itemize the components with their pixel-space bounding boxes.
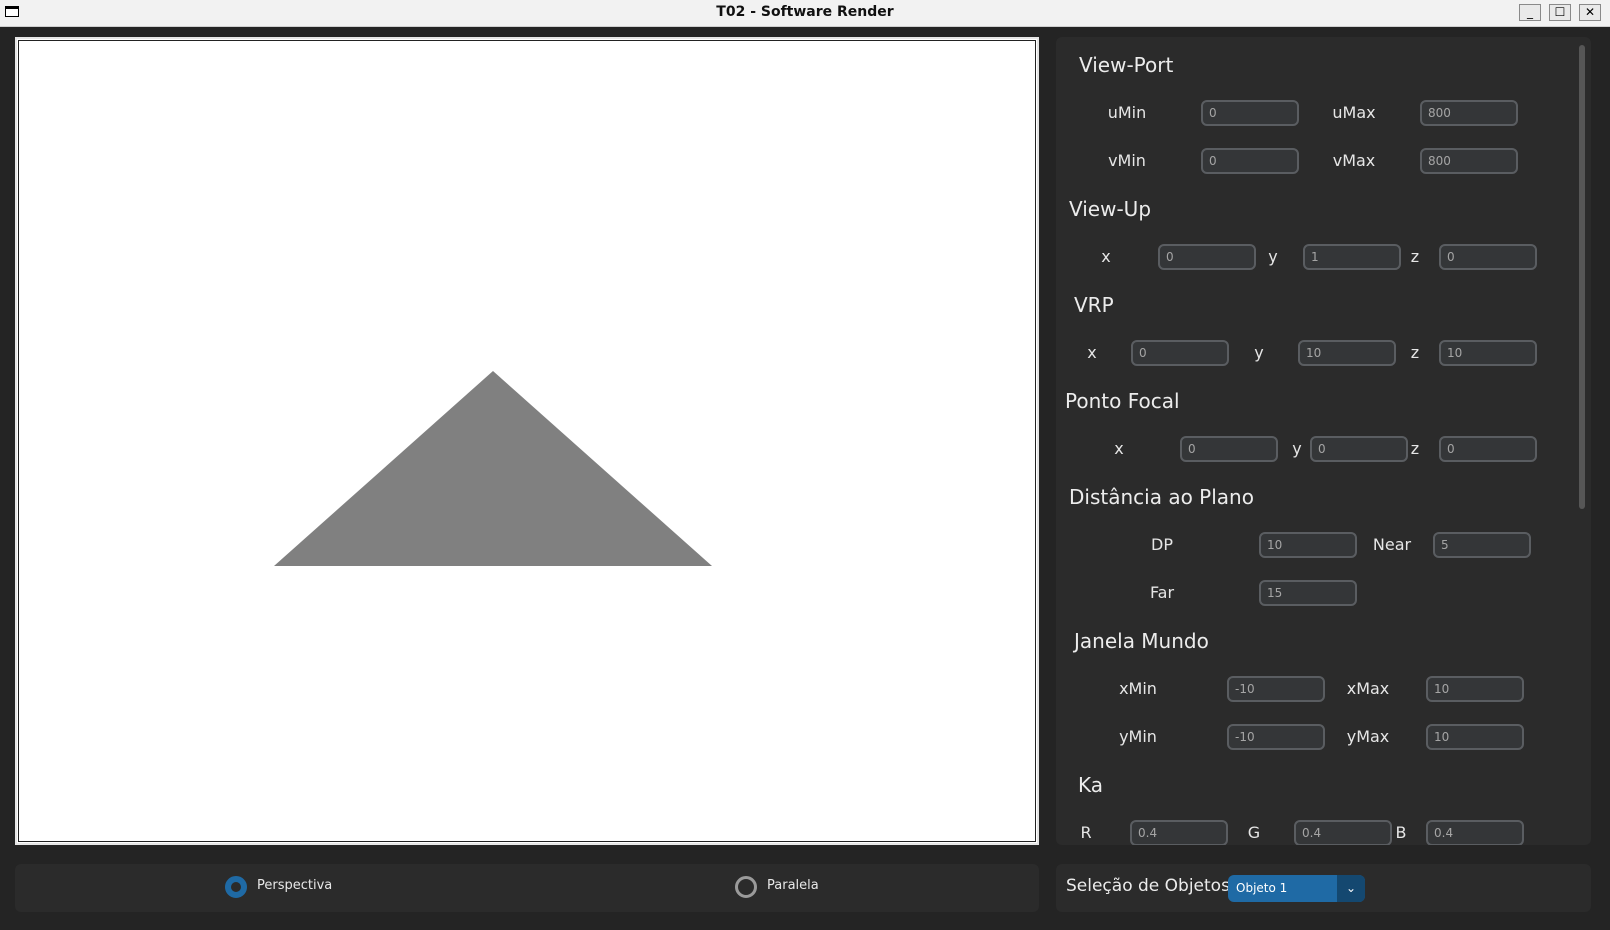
ka-g-input[interactable] xyxy=(1294,820,1392,845)
focal-y-label: y xyxy=(1292,439,1302,458)
far-input[interactable] xyxy=(1259,580,1357,606)
vmin-label: vMin xyxy=(1108,151,1146,170)
settings-panel: View-Port uMin uMax vMin vMax View-Up x … xyxy=(1056,37,1591,845)
focal-y-input[interactable] xyxy=(1310,436,1408,462)
vrp-z-input[interactable] xyxy=(1439,340,1537,366)
close-button[interactable]: ✕ xyxy=(1579,4,1601,21)
viewup-z-input[interactable] xyxy=(1439,244,1537,270)
render-canvas[interactable] xyxy=(15,37,1039,845)
chevron-down-icon[interactable]: ⌄ xyxy=(1337,875,1365,902)
perspective-radio[interactable] xyxy=(225,876,247,898)
app-window: View-Port uMin uMax vMin vMax View-Up x … xyxy=(5,27,1605,927)
viewup-y-input[interactable] xyxy=(1303,244,1401,270)
parallel-radio[interactable] xyxy=(735,876,757,898)
viewup-y-label: y xyxy=(1268,247,1278,266)
dp-label: DP xyxy=(1151,535,1173,554)
distance-title: Distância ao Plano xyxy=(1069,485,1254,509)
object-select-value[interactable]: Objeto 1 xyxy=(1236,881,1287,895)
xmax-input[interactable] xyxy=(1426,676,1524,702)
world-window-title: Janela Mundo xyxy=(1074,629,1209,653)
near-input[interactable] xyxy=(1433,532,1531,558)
far-label: Far xyxy=(1149,583,1175,602)
scene-svg xyxy=(274,371,712,566)
dp-input[interactable] xyxy=(1259,532,1357,558)
perspective-label[interactable]: Perspectiva xyxy=(257,878,332,893)
ymax-input[interactable] xyxy=(1426,724,1524,750)
near-label: Near xyxy=(1372,535,1412,554)
focal-z-input[interactable] xyxy=(1439,436,1537,462)
umax-input[interactable] xyxy=(1420,100,1518,126)
render-area xyxy=(18,40,1036,842)
vrp-y-label: y xyxy=(1254,343,1264,362)
ymin-input[interactable] xyxy=(1227,724,1325,750)
ymin-label: yMin xyxy=(1119,727,1157,746)
vrp-title: VRP xyxy=(1074,293,1114,317)
object-select[interactable]: Objeto 1 ⌄ xyxy=(1228,875,1365,902)
vmin-input[interactable] xyxy=(1201,148,1299,174)
ka-g-label: G xyxy=(1247,823,1261,842)
viewup-z-label: z xyxy=(1410,247,1420,266)
umin-input[interactable] xyxy=(1201,100,1299,126)
ka-b-input[interactable] xyxy=(1426,820,1524,845)
vmax-input[interactable] xyxy=(1420,148,1518,174)
focal-x-input[interactable] xyxy=(1180,436,1278,462)
vmax-label: vMax xyxy=(1332,151,1376,170)
projection-bar: Perspectiva Paralela xyxy=(15,864,1039,912)
ymax-label: yMax xyxy=(1346,727,1390,746)
parallel-label[interactable]: Paralela xyxy=(767,878,819,893)
xmax-label: xMax xyxy=(1346,679,1390,698)
window-title: T02 - Software Render xyxy=(716,4,894,20)
rendered-triangle xyxy=(274,371,712,566)
panel-scrollbar[interactable] xyxy=(1579,45,1585,509)
vrp-y-input[interactable] xyxy=(1298,340,1396,366)
object-selection-label: Seleção de Objetos xyxy=(1066,876,1230,896)
ka-title: Ka xyxy=(1078,773,1104,797)
ka-r-label: R xyxy=(1080,823,1092,842)
viewup-title: View-Up xyxy=(1069,197,1152,221)
object-selection-bar: Seleção de Objetos Objeto 1 ⌄ xyxy=(1056,864,1591,912)
focal-x-label: x xyxy=(1114,439,1124,458)
xmin-label: xMin xyxy=(1119,679,1157,698)
umax-label: uMax xyxy=(1332,103,1376,122)
viewup-x-label: x xyxy=(1101,247,1111,266)
viewup-x-input[interactable] xyxy=(1158,244,1256,270)
xmin-input[interactable] xyxy=(1227,676,1325,702)
vrp-z-label: z xyxy=(1410,343,1420,362)
vrp-x-label: x xyxy=(1087,343,1097,362)
viewport-title: View-Port xyxy=(1079,53,1174,77)
vrp-x-input[interactable] xyxy=(1131,340,1229,366)
focal-z-label: z xyxy=(1410,439,1420,458)
minimize-button[interactable]: _ xyxy=(1519,4,1541,21)
focal-title: Ponto Focal xyxy=(1065,389,1180,413)
title-bar: T02 - Software Render _ ☐ ✕ xyxy=(0,0,1610,27)
ka-b-label: B xyxy=(1395,823,1407,842)
umin-label: uMin xyxy=(1107,103,1147,122)
ka-r-input[interactable] xyxy=(1130,820,1228,845)
maximize-button[interactable]: ☐ xyxy=(1549,4,1571,21)
